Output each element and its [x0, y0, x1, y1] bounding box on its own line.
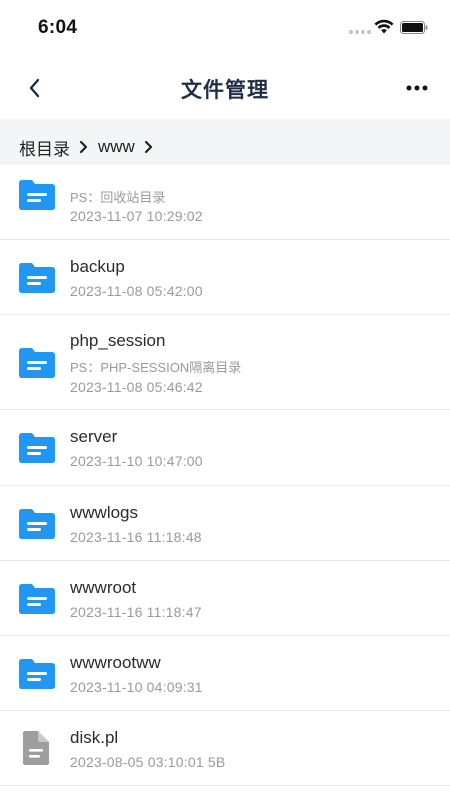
folder-icon: [19, 584, 55, 614]
folder-icon: [19, 433, 55, 463]
list-item[interactable]: wwwrootww 2023-11-10 04:09:31: [0, 636, 450, 711]
file-meta: 2023-08-05 03:10:01 5B: [70, 754, 226, 770]
breadcrumb-www[interactable]: www: [98, 137, 135, 157]
battery-icon: [400, 21, 428, 34]
more-dots-icon: [406, 85, 428, 91]
folder-icon: [19, 659, 55, 689]
file-remark: PS：回收站目录: [70, 190, 166, 205]
list-item[interactable]: PS：回收站目录 2023-11-07 10:29:02: [0, 165, 450, 240]
page-title: 文件管理: [181, 79, 269, 102]
file-remark: PS：PHP-SESSION隔离目录: [70, 360, 242, 375]
folder-icon: [19, 263, 55, 293]
chevron-right-icon: [144, 140, 153, 154]
status-bar: 6:04: [0, 0, 450, 58]
signal-icon: [349, 30, 371, 34]
nav-bar: 文件管理: [0, 58, 450, 118]
file-name: wwwroot: [70, 578, 137, 597]
file-list: PS：回收站目录 2023-11-07 10:29:02 backup 2023…: [0, 165, 450, 786]
list-item[interactable]: wwwlogs 2023-11-16 11:18:48: [0, 486, 450, 561]
file-meta: 2023-11-10 04:09:31: [70, 679, 203, 695]
list-item[interactable]: backup 2023-11-08 05:42:00: [0, 240, 450, 315]
more-options-button[interactable]: [400, 74, 434, 102]
list-item[interactable]: php_session PS：PHP-SESSION隔离目录 2023-11-0…: [0, 315, 450, 410]
chevron-right-icon: [79, 140, 88, 154]
file-meta: 2023-11-08 05:42:00: [70, 283, 203, 299]
breadcrumb-root[interactable]: 根目录: [19, 135, 70, 160]
file-meta: 2023-11-16 11:18:48: [70, 529, 202, 545]
file-name: disk.pl: [70, 728, 119, 747]
file-name: wwwrootww: [70, 653, 161, 672]
list-item[interactable]: server 2023-11-10 10:47:00: [0, 410, 450, 486]
file-name: php_session: [70, 331, 166, 350]
file-name: wwwlogs: [70, 503, 139, 522]
file-name: server: [70, 427, 118, 446]
file-meta: 2023-11-07 10:29:02: [70, 208, 203, 224]
file-meta: 2023-11-10 10:47:00: [70, 453, 203, 469]
file-meta: 2023-11-08 05:46:42: [70, 379, 203, 395]
status-time: 6:04: [38, 17, 78, 38]
wifi-icon: [374, 19, 394, 34]
list-item[interactable]: wwwroot 2023-11-16 11:18:47: [0, 561, 450, 636]
file-name: backup: [70, 257, 125, 276]
folder-icon: [19, 509, 55, 539]
folder-icon: [19, 180, 55, 210]
folder-icon: [19, 348, 55, 378]
file-manager-screen: 6:04 文件管理 根目录 www PS：回收站目录 2023-11-07 10…: [0, 0, 450, 800]
list-item[interactable]: disk.pl 2023-08-05 03:10:01 5B: [0, 711, 450, 786]
file-meta: 2023-11-16 11:18:47: [70, 604, 202, 620]
file-icon: [23, 731, 49, 765]
